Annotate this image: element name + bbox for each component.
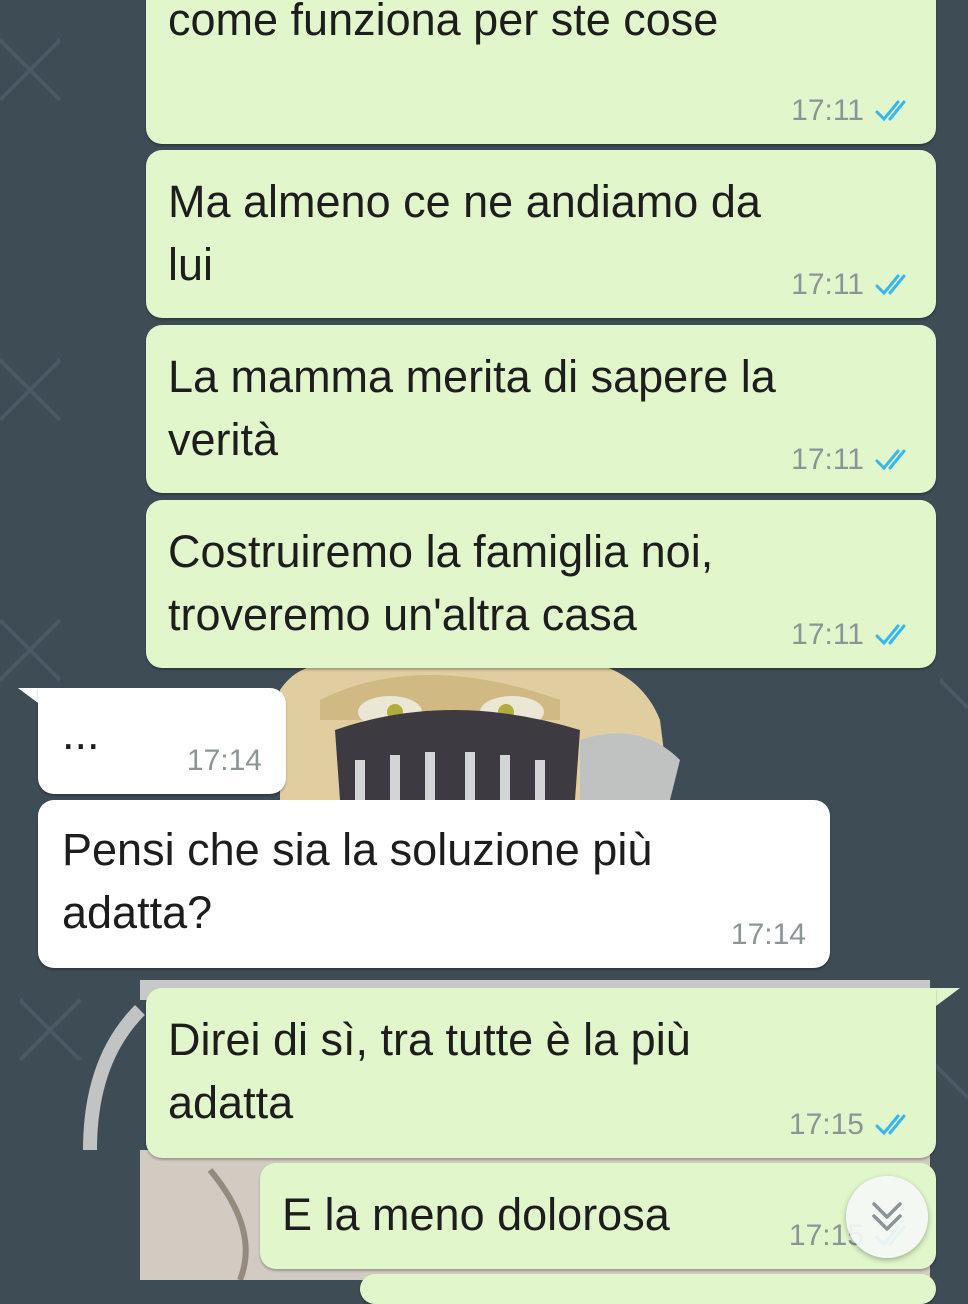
message-text: E la meno dolorosa bbox=[282, 1189, 670, 1240]
message-text: La mamma merita di sapere la verità bbox=[168, 351, 776, 465]
message-text: Pensi che sia la soluzione più adatta? bbox=[62, 824, 653, 938]
double-chevron-down-icon bbox=[872, 1202, 902, 1231]
message-meta: 17:14 bbox=[187, 744, 262, 778]
scroll-to-bottom-button[interactable] bbox=[846, 1176, 928, 1258]
message-time: 17:15 bbox=[788, 1108, 864, 1141]
message-bubble-incoming[interactable]: ... 17:14 bbox=[38, 688, 286, 794]
message-bubble-incoming[interactable]: Pensi che sia la soluzione più adatta? 1… bbox=[38, 800, 830, 968]
message-bubble-outgoing-partial[interactable] bbox=[360, 1274, 936, 1304]
message-bubble-outgoing[interactable]: Ma almeno ce ne andiamo da lui 17:11 bbox=[146, 150, 936, 318]
message-meta: 17:11 bbox=[791, 94, 914, 128]
double-check-icon bbox=[875, 100, 906, 122]
message-bubble-outgoing[interactable]: La mamma merita di sapere la verità 17:1… bbox=[146, 325, 936, 493]
message-text: Ma almeno ce ne andiamo da lui bbox=[168, 176, 761, 290]
message-meta: 17:14 bbox=[731, 918, 806, 952]
message-meta: 17:11 bbox=[791, 443, 914, 477]
message-text: Costruiremo la famiglia noi, troveremo u… bbox=[168, 526, 714, 640]
message-meta: 17:15 bbox=[789, 1108, 914, 1142]
message-bubble-outgoing[interactable]: E la meno dolorosa 17:15 bbox=[260, 1163, 936, 1269]
message-bubble-outgoing[interactable]: Costruiremo la famiglia noi, troveremo u… bbox=[146, 500, 936, 668]
message-time: 17:11 bbox=[791, 268, 864, 301]
message-bubble-outgoing[interactable]: Direi di sì, tra tutte è la più adatta 1… bbox=[146, 988, 936, 1158]
message-time: 17:14 bbox=[730, 918, 806, 951]
message-time: 17:11 bbox=[791, 94, 864, 127]
double-check-icon bbox=[875, 449, 906, 471]
message-bubble-outgoing[interactable]: come funziona per ste cose 17:11 bbox=[146, 0, 936, 144]
message-time: 17:14 bbox=[186, 744, 262, 777]
message-text: Direi di sì, tra tutte è la più adatta bbox=[168, 1014, 691, 1128]
message-time: 17:11 bbox=[791, 618, 864, 651]
message-text: ... bbox=[62, 708, 100, 759]
double-check-icon bbox=[875, 274, 906, 296]
message-text: come funziona per ste cose bbox=[168, 0, 719, 45]
message-time: 17:11 bbox=[791, 443, 864, 476]
double-check-icon bbox=[875, 624, 906, 646]
message-meta: 17:11 bbox=[791, 268, 914, 302]
message-meta: 17:11 bbox=[791, 618, 914, 652]
double-check-icon bbox=[875, 1114, 906, 1136]
